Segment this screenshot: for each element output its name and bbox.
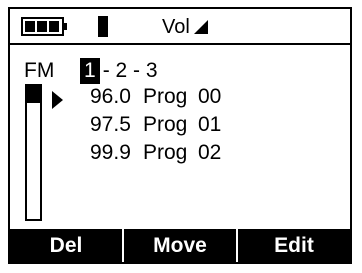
softkey-bar: Del Move Edit — [10, 229, 350, 262]
volume-triangle-icon — [193, 20, 208, 34]
program-list: 96.0 Prog 00 97.5 Prog 01 99.9 Prog 02 — [90, 83, 221, 167]
bank-others[interactable]: - 2 - 3 — [103, 58, 158, 84]
program-frequency: 99.9 — [90, 141, 131, 164]
scrollbar[interactable] — [25, 84, 42, 221]
battery-icon — [21, 17, 67, 36]
program-number: 01 — [198, 113, 222, 136]
program-frequency: 96.0 — [90, 85, 131, 108]
scrollbar-thumb[interactable] — [27, 86, 40, 103]
program-number: 00 — [198, 85, 222, 108]
volume-label: Vol — [162, 16, 190, 38]
arrow-right-icon — [52, 91, 63, 109]
device-screen: Vol FM 1 - 2 - 3 96.0 Prog 00 97.5 Prog … — [8, 7, 352, 264]
delete-softkey[interactable]: Del — [10, 229, 122, 262]
list-item[interactable]: 96.0 Prog 00 — [90, 83, 221, 111]
signal-bar-icon — [98, 16, 108, 37]
program-name: Prog — [143, 113, 188, 136]
bank-selected[interactable]: 1 — [80, 58, 100, 84]
program-name: Prog — [143, 141, 188, 164]
move-softkey[interactable]: Move — [124, 229, 236, 262]
bank-selector[interactable]: 1 - 2 - 3 — [80, 58, 158, 84]
edit-softkey[interactable]: Edit — [238, 229, 350, 262]
program-name: Prog — [143, 85, 188, 108]
program-number: 02 — [198, 141, 222, 164]
band-mode-label: FM — [24, 59, 55, 82]
list-item[interactable]: 99.9 Prog 02 — [90, 139, 221, 167]
volume-indicator: Vol — [162, 15, 208, 39]
status-bar: Vol — [10, 9, 350, 45]
program-frequency: 97.5 — [90, 113, 131, 136]
list-item[interactable]: 97.5 Prog 01 — [90, 111, 221, 139]
